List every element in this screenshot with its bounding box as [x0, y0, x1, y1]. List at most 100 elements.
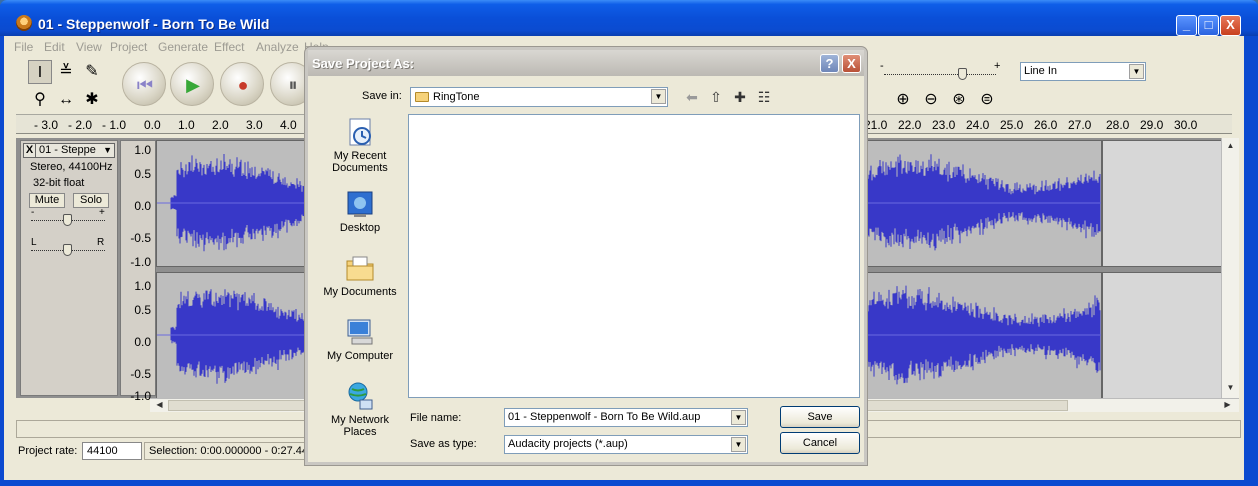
chevron-down-icon[interactable]: ▼	[731, 437, 746, 452]
selection-tool-icon[interactable]: I	[28, 60, 52, 84]
place-my-computer[interactable]: My Computer	[318, 316, 402, 362]
ruler-tick: 22.0	[898, 118, 922, 132]
file-name-value: 01 - Steppenwolf - Born To Be Wild.aup	[508, 411, 701, 423]
ruler-tick: - 2.0	[68, 118, 93, 132]
gain-slider[interactable]: - +	[31, 207, 105, 226]
new-folder-icon[interactable]: ✚	[730, 88, 750, 106]
pan-slider[interactable]: L R	[31, 237, 105, 256]
envelope-tool-icon[interactable]: ≚	[54, 60, 78, 84]
input-source-select[interactable]: Line In ▼	[1020, 62, 1146, 81]
place-desktop[interactable]: Desktop	[318, 188, 402, 234]
track-name: 01 - Steppe	[39, 144, 96, 156]
vruler-label: 0.0	[134, 335, 151, 349]
empty-track-region[interactable]	[1102, 272, 1222, 399]
maximize-button[interactable]: □	[1198, 15, 1219, 36]
menu-file[interactable]: File	[14, 40, 33, 54]
ruler-tick: 30.0	[1174, 118, 1198, 132]
dialog-close-button[interactable]: X	[842, 54, 861, 73]
save-type-value: Audacity projects (*.aup)	[508, 438, 628, 450]
gain-knob[interactable]	[63, 214, 72, 226]
vruler-label: 0.0	[134, 199, 151, 213]
timeshift-tool-icon[interactable]: ↔	[54, 88, 78, 112]
input-source-value: Line In	[1024, 65, 1058, 77]
ruler-tick: 4.0	[280, 118, 297, 132]
selection-readout: Selection: 0:00.000000 - 0:27.443	[144, 442, 324, 460]
view-menu-icon[interactable]: ☷	[754, 88, 774, 106]
output-volume-slider[interactable]: - +	[880, 60, 1002, 84]
zoom-out-icon[interactable]: ⊖	[920, 89, 942, 111]
place-label: My Network Places	[330, 414, 390, 438]
draw-tool-icon[interactable]: ✎	[80, 60, 104, 84]
fit-selection-icon[interactable]: ⊛	[948, 89, 970, 111]
chevron-down-icon[interactable]: ▼	[651, 89, 666, 104]
pan-right-label: R	[97, 237, 105, 248]
menu-edit[interactable]: Edit	[44, 40, 65, 54]
ruler-tick: 26.0	[1034, 118, 1058, 132]
record-icon: ●	[237, 75, 249, 95]
place-recent-documents[interactable]: My Recent Documents	[318, 116, 402, 174]
save-in-select[interactable]: RingTone ▼	[410, 87, 668, 107]
folder-icon	[415, 92, 429, 102]
chevron-down-icon[interactable]: ▼	[731, 410, 746, 425]
menu-project[interactable]: Project	[110, 40, 147, 54]
file-name-input[interactable]: 01 - Steppenwolf - Born To Be Wild.aup ▼	[504, 408, 748, 427]
gain-minus: -	[31, 207, 35, 218]
zoom-tool-icon[interactable]: ⚲	[28, 88, 52, 112]
place-my-documents[interactable]: My Documents	[318, 252, 402, 298]
ruler-tick: 0.0	[144, 118, 161, 132]
places-bar: My Recent Documents Desktop My Documents…	[318, 116, 402, 446]
mute-button[interactable]: Mute	[29, 193, 65, 208]
vruler-label: -1.0	[130, 389, 151, 403]
menu-view[interactable]: View	[76, 40, 102, 54]
my-computer-icon	[347, 319, 373, 345]
vruler-label: -1.0	[130, 255, 151, 269]
empty-track-region[interactable]	[1102, 140, 1222, 267]
place-network-places[interactable]: My Network Places	[318, 380, 402, 438]
skip-start-button[interactable]: ⏮	[122, 62, 166, 106]
scroll-down-icon[interactable]: ▼	[1223, 380, 1238, 395]
chevron-down-icon[interactable]: ▼	[1129, 64, 1144, 79]
fit-project-icon[interactable]: ⊜	[976, 89, 998, 111]
up-folder-icon[interactable]: ⇧	[706, 88, 726, 106]
vruler-label: 1.0	[134, 279, 151, 293]
zoom-in-icon[interactable]: ⊕	[892, 89, 914, 111]
cancel-button[interactable]: Cancel	[780, 432, 860, 454]
save-button[interactable]: Save	[780, 406, 860, 428]
scroll-up-icon[interactable]: ▲	[1223, 138, 1238, 153]
track-name-menu[interactable]: X 01 - Steppe ▼	[23, 143, 115, 158]
save-in-label: Save in:	[362, 90, 402, 102]
menu-generate[interactable]: Generate	[158, 40, 208, 54]
menu-analyze[interactable]: Analyze	[256, 40, 299, 54]
solo-button[interactable]: Solo	[73, 193, 109, 208]
minimize-button[interactable]: _	[1176, 15, 1197, 36]
record-button[interactable]: ●	[220, 62, 264, 106]
scroll-left-icon[interactable]: ◀	[152, 397, 167, 412]
desktop-icon	[347, 191, 373, 217]
multi-tool-icon[interactable]: ✱	[80, 88, 104, 112]
ruler-tick: 21.0	[864, 118, 888, 132]
ruler-tick: 29.0	[1140, 118, 1164, 132]
save-project-dialog: Save Project As: ? X Save in: RingTone ▼…	[305, 47, 867, 465]
track-close-icon[interactable]: X	[24, 144, 36, 157]
scroll-right-icon[interactable]: ▶	[1220, 397, 1235, 412]
save-type-select[interactable]: Audacity projects (*.aup) ▼	[504, 435, 748, 454]
volume-knob[interactable]	[958, 68, 967, 80]
vertical-scrollbar[interactable]: ▲ ▼	[1221, 138, 1239, 398]
title-bar[interactable]: 01 - Steppenwolf - Born To Be Wild _ □ X	[0, 0, 1258, 36]
dialog-title-bar[interactable]: Save Project As: ? X	[308, 50, 864, 76]
play-button[interactable]: ▶	[170, 62, 214, 106]
help-button[interactable]: ?	[820, 54, 839, 73]
vruler-label: -0.5	[130, 367, 151, 381]
project-rate-field[interactable]: 44100	[82, 442, 142, 460]
chevron-down-icon[interactable]: ▼	[103, 144, 112, 157]
file-list[interactable]	[408, 114, 860, 398]
ruler-tick: - 3.0	[34, 118, 59, 132]
play-icon: ▶	[186, 75, 200, 95]
ruler-tick: 27.0	[1068, 118, 1092, 132]
ruler-tick: 28.0	[1106, 118, 1130, 132]
menu-effect[interactable]: Effect	[214, 40, 244, 54]
back-arrow-icon[interactable]: ⬅	[682, 88, 702, 106]
pan-knob[interactable]	[63, 244, 72, 256]
ruler-tick: 23.0	[932, 118, 956, 132]
close-window-button[interactable]: X	[1220, 15, 1241, 36]
